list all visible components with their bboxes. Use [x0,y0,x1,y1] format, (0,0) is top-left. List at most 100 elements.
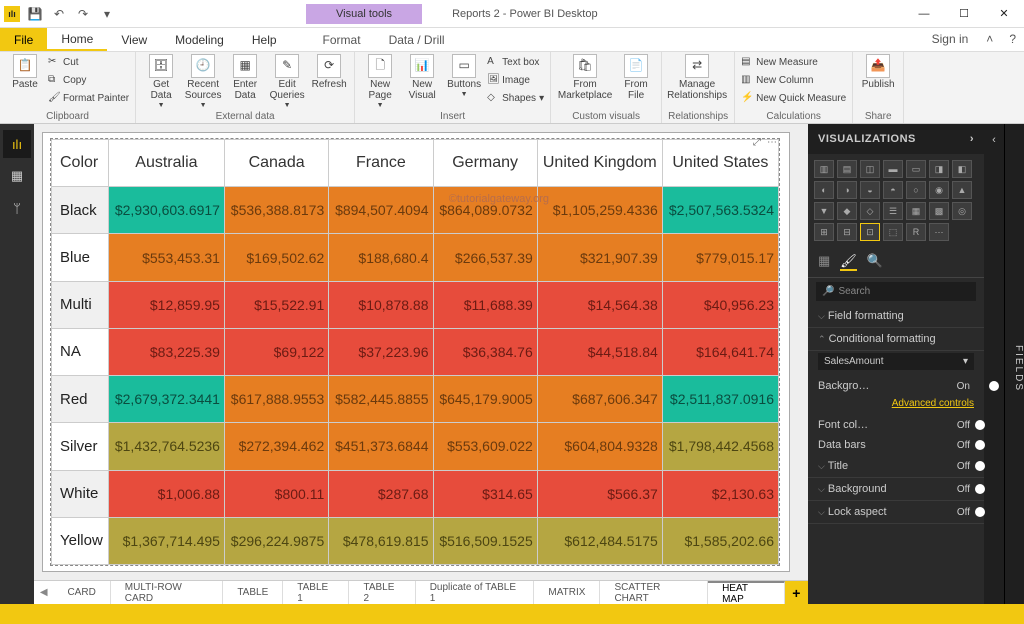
tab-help[interactable]: Help [238,28,291,51]
row-header[interactable]: Multi [52,281,109,328]
data-cell[interactable]: $266,537.39 [433,234,537,281]
data-cell[interactable]: $287.68 [329,470,433,517]
enter-data-button[interactable]: ▦Enter Data [226,54,264,101]
get-data-button[interactable]: 🗄Get Data▼ [142,54,180,110]
data-cell[interactable]: $2,130.63 [662,470,778,517]
data-cell[interactable]: $687,606.347 [537,376,662,423]
paste-button[interactable]: 📋Paste [6,54,44,90]
row-header[interactable]: Silver [52,423,109,470]
analytics-tab-icon[interactable]: 🔍 [867,253,883,271]
data-cell[interactable]: $188,680.4 [329,234,433,281]
page-tab[interactable]: TABLE 2 [349,581,415,604]
data-cell[interactable]: $1,105,259.4336 [537,187,662,234]
add-page-button[interactable]: + [785,581,808,604]
data-cell[interactable]: $536,388.8173 [224,187,328,234]
section-title[interactable]: ⌵ TitleOff [808,455,984,478]
row-header[interactable]: Yellow [52,517,109,564]
viz-type-button[interactable]: ▦ [906,202,926,220]
data-cell[interactable]: $800.11 [224,470,328,517]
viz-type-button[interactable]: ⊡ [860,223,880,241]
edit-queries-button[interactable]: ✎Edit Queries▼ [268,54,306,110]
viz-type-button[interactable]: ◫ [860,160,880,178]
data-cell[interactable]: $1,367,714.495 [108,517,224,564]
data-cell[interactable]: $83,225.39 [108,328,224,375]
undo-icon[interactable]: ↶ [50,7,68,21]
data-cell[interactable]: $37,223.96 [329,328,433,375]
new-page-button[interactable]: 🗋New Page▼ [361,54,399,110]
data-cell[interactable]: $1,006.88 [108,470,224,517]
section-lock-aspect[interactable]: ⌵ Lock aspectOff [808,501,984,524]
maximize-button[interactable]: ☐ [944,0,984,28]
tab-home[interactable]: Home [47,28,107,51]
column-header[interactable]: United Kingdom [537,140,662,187]
page-tab[interactable]: TABLE [223,581,283,604]
search-input[interactable]: 🔎 Search [816,282,976,301]
viz-type-button[interactable]: ◎ [952,202,972,220]
new-measure-button[interactable]: ▤New Measure [741,54,846,70]
data-cell[interactable]: $10,878.88 [329,281,433,328]
data-cell[interactable]: $1,585,202.66 [662,517,778,564]
viz-type-button[interactable]: ◆ [837,202,857,220]
report-view-button[interactable]: ılı [3,130,31,158]
data-cell[interactable]: $36,384.76 [433,328,537,375]
model-view-button[interactable]: ᛘ [3,194,31,222]
viz-type-button[interactable]: ⬚ [883,223,903,241]
section-background[interactable]: ⌵ BackgroundOff [808,478,984,501]
viz-type-button[interactable]: ◑ [837,181,857,199]
buttons-button[interactable]: ▭Buttons▼ [445,54,483,99]
fields-pane-collapsed[interactable]: FIELDS [1004,124,1024,604]
data-cell[interactable]: $779,015.17 [662,234,778,281]
data-cell[interactable]: $451,373.6844 [329,423,433,470]
viz-type-button[interactable]: ▩ [929,202,949,220]
collapse-ribbon-icon[interactable]: ˄ [978,28,1001,51]
viz-type-button[interactable]: R [906,223,926,241]
page-tab[interactable]: HEAT MAP [708,581,785,604]
viz-type-button[interactable]: ▼ [814,202,834,220]
tab-scroll-left[interactable]: ◀ [34,581,53,604]
section-field-formatting[interactable]: ⌵ Field formatting [808,305,984,328]
textbox-button[interactable]: AText box [487,54,544,70]
tab-file[interactable]: File [0,28,47,51]
data-cell[interactable]: $14,564.38 [537,281,662,328]
column-header[interactable]: Canada [224,140,328,187]
focus-mode-icon[interactable]: ⤢ [753,137,761,148]
data-cell[interactable]: $11,688.39 [433,281,537,328]
row-header[interactable]: Black [52,187,109,234]
data-cell[interactable]: $164,641.74 [662,328,778,375]
data-cell[interactable]: $1,432,764.5236 [108,423,224,470]
viz-type-button[interactable]: ⊞ [814,223,834,241]
viz-type-button[interactable]: ▲ [952,181,972,199]
viz-type-button[interactable]: ◨ [929,160,949,178]
viz-type-button[interactable]: ◐ [814,181,834,199]
redo-icon[interactable]: ↷ [74,7,92,21]
copy-button[interactable]: ⧉Copy [48,72,129,88]
viz-type-button[interactable]: ▭ [906,160,926,178]
viz-type-button[interactable]: ◧ [952,160,972,178]
page-tab[interactable]: MULTI-ROW CARD [111,581,224,604]
data-cell[interactable]: $566.37 [537,470,662,517]
viz-type-button[interactable]: ◒ [860,181,880,199]
row-header[interactable]: White [52,470,109,517]
page-tab[interactable]: TABLE 1 [283,581,349,604]
tab-view[interactable]: View [107,28,161,51]
more-options-icon[interactable]: ⋯ [767,137,777,148]
row-header[interactable]: NA [52,328,109,375]
help-icon[interactable]: ? [1001,28,1024,51]
new-quick-measure-button[interactable]: ⚡New Quick Measure [741,90,846,106]
viz-type-button[interactable]: ⋯ [929,223,949,241]
page-tab[interactable]: MATRIX [534,581,600,604]
column-header[interactable]: France [329,140,433,187]
new-visual-button[interactable]: 📊New Visual [403,54,441,101]
data-cell[interactable]: $553,609.022 [433,423,537,470]
data-cell[interactable]: $15,522.91 [224,281,328,328]
data-cell[interactable]: $40,956.23 [662,281,778,328]
viz-type-button[interactable]: ◇ [860,202,880,220]
data-cell[interactable]: $2,507,563.5324 [662,187,778,234]
matrix-visual[interactable]: ⤢ ⋯ ©tutorialgateway.org ColorAustraliaC… [50,138,780,566]
data-cell[interactable]: $296,224.9875 [224,517,328,564]
cond-format-field-dropdown[interactable]: SalesAmount▾ [818,353,974,370]
data-cell[interactable]: $314.65 [433,470,537,517]
page-tab[interactable]: SCATTER CHART [600,581,708,604]
data-cell[interactable]: $44,518.84 [537,328,662,375]
data-cell[interactable]: $12,859.95 [108,281,224,328]
